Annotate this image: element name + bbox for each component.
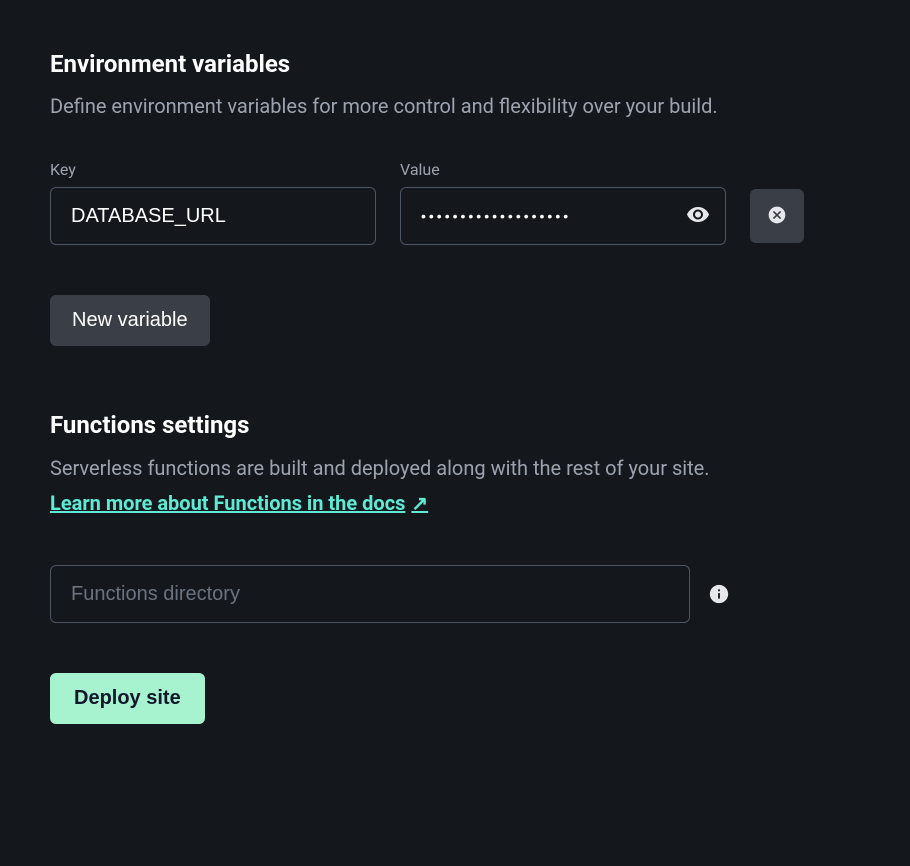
eye-icon — [686, 203, 710, 230]
toggle-visibility-button[interactable] — [682, 199, 714, 234]
env-key-input[interactable] — [50, 187, 376, 245]
key-label: Key — [50, 160, 376, 179]
env-var-row: Key Value — [50, 160, 860, 245]
functions-settings-section: Functions settings Serverless functions … — [50, 411, 860, 724]
functions-heading: Functions settings — [50, 411, 860, 439]
functions-directory-input[interactable] — [50, 565, 690, 623]
external-link-arrow-icon: ↗ — [411, 491, 428, 515]
delete-variable-button[interactable] — [750, 189, 804, 243]
functions-docs-link-text: Learn more about Functions in the docs — [50, 491, 405, 515]
env-value-input[interactable] — [400, 187, 726, 245]
functions-description: Serverless functions are built and deplo… — [50, 453, 860, 483]
new-variable-button[interactable]: New variable — [50, 295, 210, 346]
key-field-group: Key — [50, 160, 376, 245]
value-label: Value — [400, 160, 726, 179]
value-field-group: Value — [400, 160, 726, 245]
deploy-site-button[interactable]: Deploy site — [50, 673, 205, 724]
environment-variables-section: Environment variables Define environment… — [50, 50, 860, 346]
env-vars-heading: Environment variables — [50, 50, 860, 78]
info-icon[interactable] — [708, 583, 730, 605]
value-input-wrapper — [400, 187, 726, 245]
functions-directory-row — [50, 565, 860, 623]
env-vars-description: Define environment variables for more co… — [50, 92, 860, 120]
close-circle-icon — [767, 205, 787, 228]
functions-docs-link[interactable]: Learn more about Functions in the docs ↗ — [50, 491, 428, 515]
